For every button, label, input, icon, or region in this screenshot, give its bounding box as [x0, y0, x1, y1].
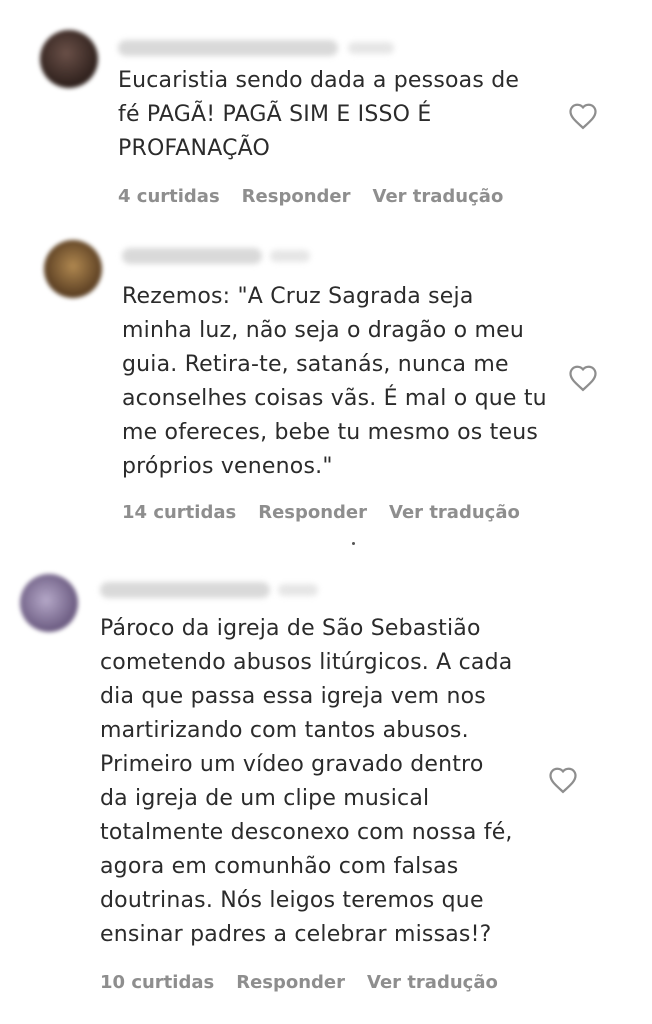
- comment-text: Pároco da igreja de São Sebastião comete…: [100, 616, 513, 947]
- comment-text: Rezemos: "A Cruz Sagrada seja minha luz,…: [122, 284, 547, 479]
- likes-count[interactable]: 14 curtidas: [122, 502, 236, 523]
- comment-actions: 4 curtidas Responder Ver tradução: [118, 186, 503, 207]
- heart-outline-icon[interactable]: [548, 766, 578, 794]
- username-blurred[interactable]: [100, 582, 270, 598]
- reply-button[interactable]: Responder: [242, 186, 351, 207]
- avatar[interactable]: [40, 30, 98, 88]
- reply-button[interactable]: Responder: [236, 972, 345, 993]
- avatar[interactable]: [20, 574, 78, 632]
- timestamp-blurred: [270, 250, 310, 262]
- username-blurred[interactable]: [118, 40, 338, 56]
- translate-button[interactable]: Ver tradução: [373, 186, 504, 207]
- heart-outline-icon[interactable]: [568, 364, 598, 392]
- timestamp-blurred: [348, 42, 394, 54]
- comment-actions: 14 curtidas Responder Ver tradução: [122, 502, 520, 523]
- translate-button[interactable]: Ver tradução: [389, 502, 520, 523]
- comment-text: Eucaristia sendo dada a pessoas de fé PA…: [118, 68, 520, 161]
- translate-button[interactable]: Ver tradução: [367, 972, 498, 993]
- username-blurred[interactable]: [122, 248, 262, 264]
- avatar[interactable]: [44, 240, 102, 298]
- comment-actions: 10 curtidas Responder Ver tradução: [100, 972, 498, 993]
- likes-count[interactable]: 10 curtidas: [100, 972, 214, 993]
- timestamp-blurred: [278, 584, 318, 596]
- separator-dot: [352, 542, 355, 545]
- likes-count[interactable]: 4 curtidas: [118, 186, 220, 207]
- heart-outline-icon[interactable]: [568, 102, 598, 130]
- reply-button[interactable]: Responder: [258, 502, 367, 523]
